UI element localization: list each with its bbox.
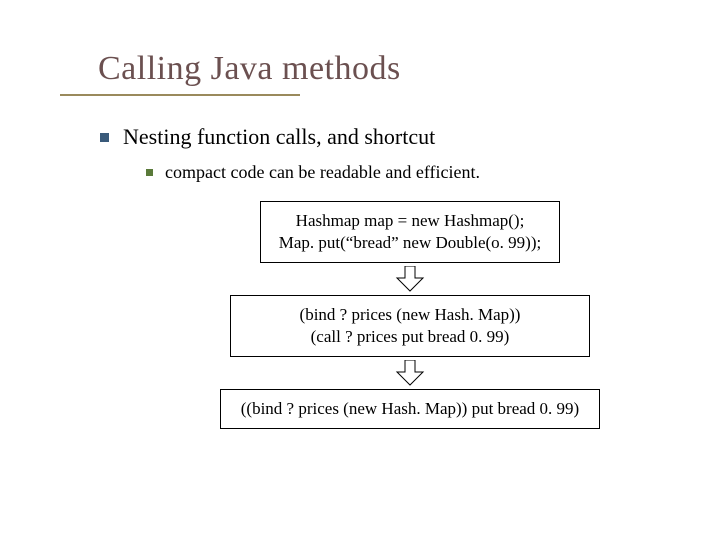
code-box-3: ((bind ? prices (new Hash. Map)) put bre… [220,389,600,429]
code-box-2: (bind ? prices (new Hash. Map)) (call ? … [230,295,590,357]
code-line: ((bind ? prices (new Hash. Map)) put bre… [227,398,593,420]
down-arrow-icon [395,265,425,293]
slide-title: Calling Java methods [98,50,660,88]
code-line: Map. put(“bread” new Double(o. 99)); [275,232,545,254]
bullet-text: Nesting function calls, and shortcut [123,124,435,150]
bullet-marker [100,133,109,142]
bullet-marker [146,169,153,176]
down-arrow-icon [395,359,425,387]
title-underline [60,94,300,96]
code-line: (bind ? prices (new Hash. Map)) [245,304,575,326]
bullet-level2: compact code can be readable and efficie… [146,162,660,183]
code-line: (call ? prices put bread 0. 99) [245,326,575,348]
bullet-text: compact code can be readable and efficie… [165,162,480,183]
code-boxes-column: Hashmap map = new Hashmap(); Map. put(“b… [160,201,660,429]
bullet-level1: Nesting function calls, and shortcut [100,124,660,150]
code-line: Hashmap map = new Hashmap(); [275,210,545,232]
code-box-1: Hashmap map = new Hashmap(); Map. put(“b… [260,201,560,263]
